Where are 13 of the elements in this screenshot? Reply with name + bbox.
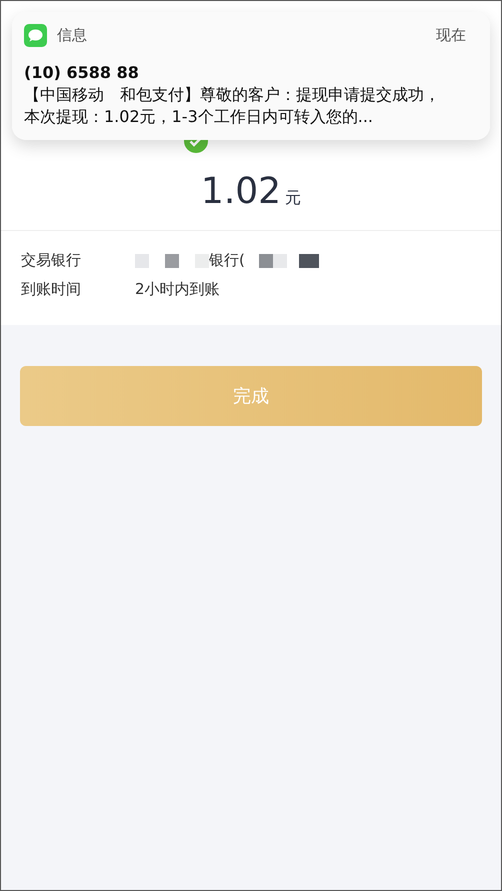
amount: 1.02 xyxy=(200,171,282,212)
currency-unit: 元 xyxy=(285,188,302,209)
detail-label: 交易银行 xyxy=(21,251,82,270)
message-bubble-icon xyxy=(24,24,47,47)
detail-label: 到账时间 xyxy=(21,280,82,299)
notification-banner[interactable]: 信息 现在 (10) 6588 88 【中国移动 和包支付】尊敬的客户：提现申请提交成功，本次提现：1.02元，1-3个工作日内可转入您的... xyxy=(12,12,490,140)
detail-value: 银行( xyxy=(209,251,245,270)
notification-time: 现在 xyxy=(436,26,466,45)
sender: (10) 6588 88 xyxy=(24,63,140,82)
message-text: 【中国移动 和包支付】尊敬的客户：提现申请提交成功，本次提现：1.02元，1-3个工作日内可转入您的... xyxy=(24,84,441,128)
detail-value: 2小时内到账 xyxy=(135,280,220,299)
app-name: 信息 xyxy=(57,26,88,45)
redaction-drawing xyxy=(258,252,319,268)
